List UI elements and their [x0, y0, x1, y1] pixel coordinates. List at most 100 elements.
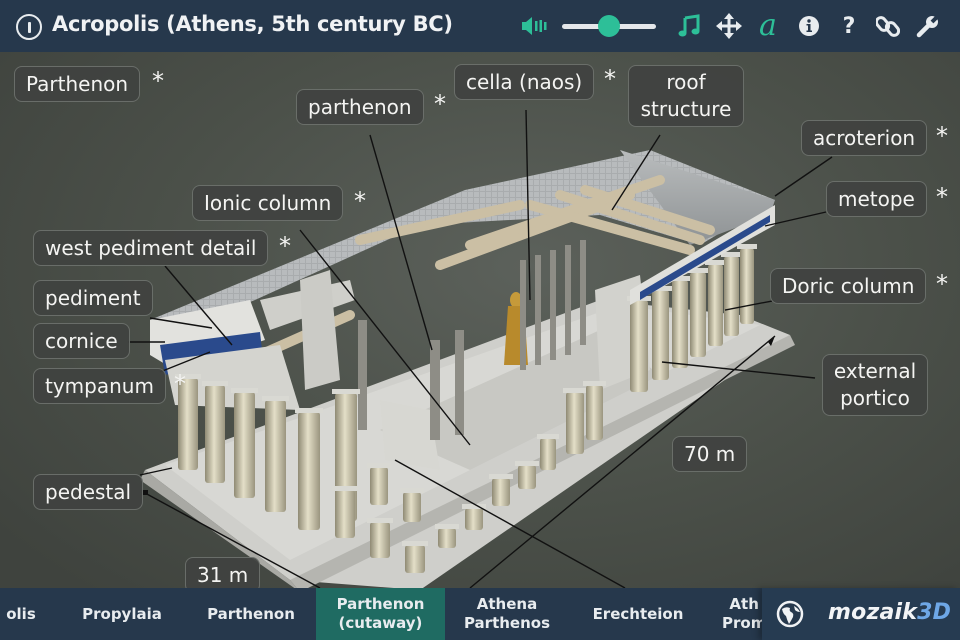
info-icon: [799, 16, 819, 36]
label-west-pediment[interactable]: west pediment detail: [33, 230, 269, 266]
labels-icon: a: [759, 8, 777, 43]
label-cornice[interactable]: cornice: [33, 323, 130, 359]
slider-thumb[interactable]: [598, 15, 620, 37]
label-cella[interactable]: cella (naos): [454, 64, 595, 100]
nav-item-acropolis[interactable]: olis: [0, 588, 52, 640]
move-button[interactable]: [715, 12, 743, 40]
brand-name: mozaik: [828, 600, 918, 625]
link-icon: [876, 16, 900, 37]
nav-label-2: (cutaway): [338, 614, 423, 632]
volume-slider[interactable]: [562, 14, 656, 38]
app-title: Acropolis (Athens, 5th century BC): [52, 12, 453, 36]
column-capital: [231, 388, 258, 393]
move-icon: [716, 13, 742, 39]
column: [265, 400, 286, 512]
star-ionic-column[interactable]: *: [354, 187, 366, 215]
nav-label: Ath: [729, 595, 759, 613]
nav-item-parthenon[interactable]: Parthenon: [190, 588, 312, 640]
dimension-marker: [143, 490, 148, 495]
column: [740, 248, 754, 324]
label-roof-structure[interactable]: roof structure: [628, 65, 744, 127]
help-button[interactable]: ?: [835, 12, 863, 40]
column: [234, 392, 255, 498]
nav-label: Parthenon: [336, 595, 425, 613]
column: [403, 492, 421, 522]
label-parthenon[interactable]: parthenon: [296, 89, 424, 125]
nav-label-2: Prom: [722, 614, 764, 632]
label-acroterion[interactable]: acroterion: [801, 120, 928, 156]
column-capital: [202, 381, 228, 386]
star-west-pediment[interactable]: *: [279, 232, 291, 260]
column: [465, 508, 483, 530]
volume-button[interactable]: [520, 12, 548, 40]
music-button[interactable]: [675, 12, 703, 40]
settings-button[interactable]: [914, 12, 942, 40]
label-pedestal[interactable]: pedestal: [33, 474, 144, 510]
label-length: 70 m: [672, 436, 748, 472]
star-metope[interactable]: *: [936, 183, 948, 211]
column-capital: [515, 461, 539, 466]
column: [724, 256, 739, 336]
column-capital: [400, 488, 424, 493]
column-capital: [367, 463, 391, 468]
nav-item-parthenon-cutaway[interactable]: Parthenon (cutaway): [316, 588, 445, 640]
info-button[interactable]: [795, 12, 823, 40]
column: [672, 280, 688, 368]
nav-label: Propylaia: [82, 604, 162, 623]
column: [652, 290, 669, 380]
column-capital: [332, 389, 360, 394]
nav-item-propylaia[interactable]: Propylaia: [62, 588, 182, 640]
3d-viewport[interactable]: Parthenon * parthenon * cella (naos) * r…: [0, 52, 960, 588]
column: [405, 545, 425, 573]
star-tympanum[interactable]: *: [174, 370, 186, 398]
column-capital: [537, 434, 559, 439]
nav-item-athena-promachos[interactable]: Ath Prom: [722, 588, 764, 640]
labels-button[interactable]: a: [754, 8, 782, 43]
label-external-portico[interactable]: external portico: [822, 354, 928, 416]
brand-suffix: 3D: [917, 600, 952, 625]
roof-line-2: structure: [640, 97, 732, 121]
nav-label: Parthenon: [207, 604, 295, 623]
label-pediment[interactable]: pediment: [33, 280, 153, 316]
star-cella[interactable]: *: [604, 65, 616, 93]
column-capital: [295, 408, 323, 413]
column: [370, 522, 390, 558]
power-icon: [27, 21, 31, 33]
column-capital: [262, 396, 289, 401]
star-parthenon-title[interactable]: *: [152, 67, 164, 95]
label-ionic-column[interactable]: Ionic column: [192, 185, 344, 221]
label-parthenon-title[interactable]: Parthenon: [14, 66, 141, 102]
column-capital: [737, 244, 757, 249]
external-line-2: portico: [840, 386, 910, 410]
nav-label: Athena: [476, 595, 538, 613]
column: [586, 385, 603, 440]
column-capital: [367, 518, 393, 523]
column-capital: [489, 474, 513, 479]
help-icon: ?: [842, 13, 856, 39]
top-bar: Acropolis (Athens, 5th century BC) a ?: [0, 0, 960, 52]
roof-line-1: roof: [666, 70, 706, 94]
label-doric-column[interactable]: Doric column: [770, 268, 927, 304]
wrench-icon: [916, 14, 940, 38]
link-button[interactable]: [874, 12, 902, 40]
column: [540, 438, 556, 470]
external-line-1: external: [833, 359, 917, 383]
column: [566, 392, 584, 454]
nav-item-athena-parthenos[interactable]: Athena Parthenos: [452, 588, 562, 640]
nav-label: Erechteion: [592, 604, 684, 623]
brand-panel: mozaik3D: [762, 588, 960, 640]
star-acroterion[interactable]: *: [936, 122, 948, 150]
star-parthenon[interactable]: *: [434, 90, 446, 118]
label-metope[interactable]: metope: [826, 181, 927, 217]
column: [630, 300, 648, 392]
star-doric-column[interactable]: *: [936, 270, 948, 298]
exit-button[interactable]: [16, 14, 42, 40]
column: [492, 478, 510, 506]
globe-icon[interactable]: [776, 600, 804, 628]
nav-label: olis: [6, 604, 36, 623]
volume-icon: [522, 17, 547, 35]
nav-label-2: Parthenos: [463, 614, 551, 632]
column-capital: [563, 388, 587, 393]
nav-item-erechteion[interactable]: Erechteion: [582, 588, 694, 640]
label-tympanum[interactable]: tympanum: [33, 368, 166, 404]
